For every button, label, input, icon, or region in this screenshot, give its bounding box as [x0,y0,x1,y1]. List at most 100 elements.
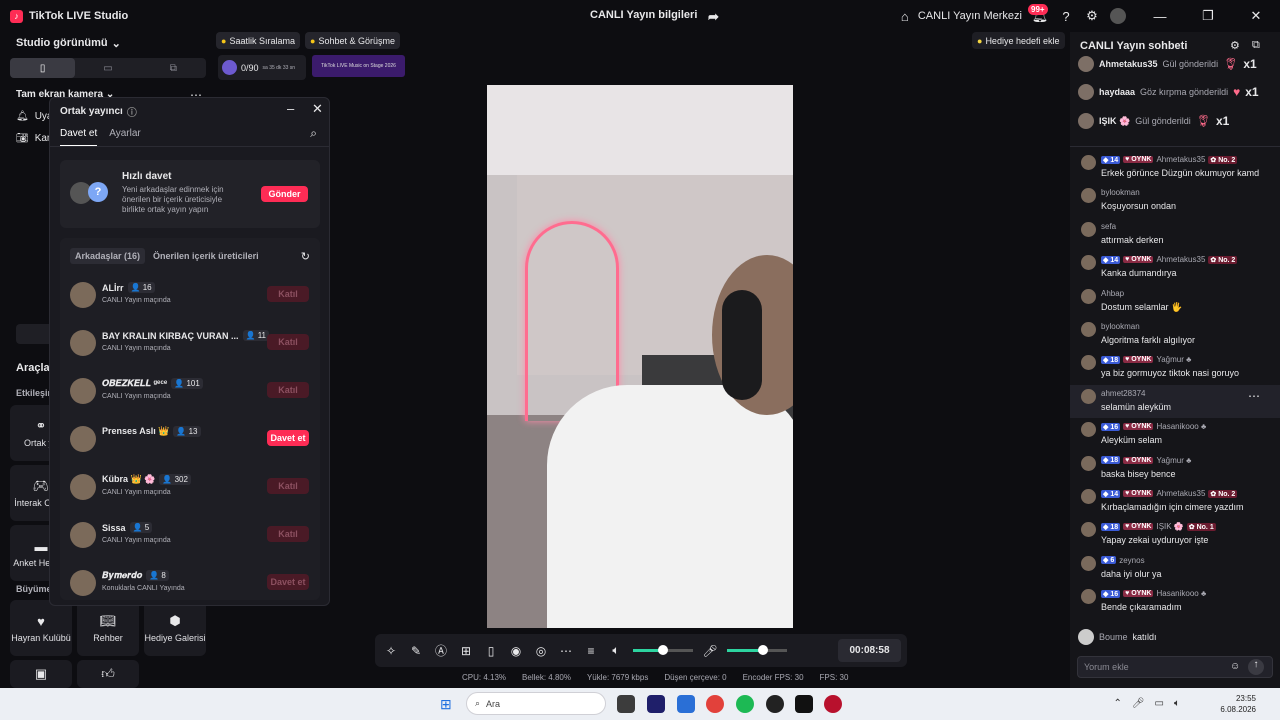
message-user[interactable]: sefa [1101,222,1116,231]
emoji-icon[interactable]: ☺ [1230,661,1240,672]
message-user[interactable]: Ahmetakus35 [1156,255,1205,264]
chat-message[interactable]: ◆ 14 ♥ OYNK Ahmetakus35 ✿ No. 2 Erkek görünc… [1070,151,1280,184]
clock[interactable]: 23:55 6.08.2026 [1220,693,1256,715]
friend-action-button[interactable]: Katıl [267,382,309,398]
minimize-button[interactable]: — [1136,9,1184,24]
chat-message[interactable]: ◆ 18 ♥ OYNK Yağmur ♣ baska bisey bence [1070,452,1280,485]
tab-friends[interactable]: Arkadaşlar (16) [70,248,146,264]
after-effects-icon[interactable] [647,695,665,713]
message-user[interactable]: Ahmetakus35 [1156,489,1205,498]
event-banner[interactable]: TikTok LIVE Music on Stage 2026 [312,55,405,77]
live-center-button[interactable]: ⌂ CANLI Yayın Merkezi [897,8,1022,24]
chat-message[interactable]: ◆ 16 ♥ OYNK Hasanikooo ♣ Aleyküm selam [1070,418,1280,451]
message-user[interactable]: Ahbap [1101,289,1124,298]
tab-suggested[interactable]: Önerilen içerik üreticileri [153,248,259,264]
volume-knob[interactable] [658,645,668,655]
mic-slider[interactable] [727,645,787,655]
message-user[interactable]: Yağmur ♣ [1156,355,1191,364]
tiktok-icon[interactable] [795,695,813,713]
edit-icon[interactable]: ✎ [408,643,424,659]
chat-message[interactable]: sefa attırmak derken [1070,218,1280,251]
chat-message[interactable]: ◆ 18 ♥ OYNK Yağmur ♣ ya biz gormuyoz tiktok… [1070,351,1280,384]
maximize-button[interactable]: ❐ [1184,8,1232,24]
tile-calendar[interactable]: ▣ [10,660,72,688]
speaker-icon[interactable]: 🔈︎ [1174,698,1180,709]
tile-thumbsup[interactable]: 👍︎ [77,660,139,688]
friend-action-button[interactable]: Katıl [267,286,309,302]
message-user[interactable]: bylookman [1101,322,1140,331]
profile-avatar[interactable] [1110,8,1126,24]
search-icon[interactable]: ⌕ [310,126,317,141]
volume-slider[interactable] [633,645,693,655]
comment-input[interactable]: Yorum ekle [1077,656,1273,678]
popout-icon[interactable]: ⧉ [1252,39,1260,52]
add-scene-icon[interactable]: ⊞ [458,643,474,659]
refresh-icon[interactable]: ↻ [301,250,310,263]
phone-icon[interactable]: ▯ [483,643,499,659]
adjust-icon[interactable]: ≡ [583,643,599,659]
subscriber-goal[interactable]: 0/90 sa 35 dk 33 sn [218,55,306,80]
display-icon[interactable]: ▭ [1155,698,1164,709]
message-user[interactable]: bylookman [1101,188,1140,197]
message-user[interactable]: zeynos [1119,556,1144,565]
send-icon[interactable]: ↑ [1248,659,1264,675]
chat-message[interactable]: ◆ 14 ♥ OYNK Ahmetakus35 ✿ No. 2 Kırbaçlamadı… [1070,485,1280,518]
record-icon[interactable]: ◉ [508,643,524,659]
spotify-icon[interactable] [736,695,754,713]
tile-fanclub[interactable]: ♥ Hayran Kulübü [10,600,72,656]
tab-invite[interactable]: Davet et [60,128,98,147]
more-icon[interactable]: ⋯ [1248,389,1260,403]
send-button[interactable]: Gönder [261,186,308,202]
chat-message[interactable]: Ahbap Dostum selamlar 🖐 [1070,285,1280,318]
live-info-button[interactable]: CANLI Yayın bilgileri ➦ [590,9,721,25]
gift-goal-button[interactable]: ● Hediye hedefi ekle [972,32,1065,49]
chat-message[interactable]: ◆ 6 zeynos daha iyi olur ya [1070,552,1280,585]
chat-message[interactable]: ahmet28374 selamün aleyküm ⋯ [1070,384,1280,418]
portrait-view-button[interactable]: ▯ [10,58,76,78]
message-user[interactable]: ahmet28374 [1101,389,1145,398]
close-popup-button[interactable]: ✕ [312,101,323,117]
mic-knob[interactable] [758,645,768,655]
mic-icon[interactable]: 🎤︎ [702,643,718,659]
split-view-button[interactable]: ⧉ [141,58,206,78]
chat-meeting-button[interactable]: ● Sohbet & Görüşme [305,32,400,49]
tile-guide[interactable]: 📖︎ Rehber [77,600,139,656]
ai-icon[interactable]: Ⓐ [433,643,449,659]
chat-message[interactable]: ◆ 14 ♥ OYNK Ahmetakus35 ✿ No. 2 Kanka dumand… [1070,251,1280,284]
friend-action-button[interactable]: Katıl [267,526,309,542]
windows-start-icon[interactable]: ⊞ [440,696,452,713]
chat-message[interactable]: bylookman Algoritma farklı algılıyor [1070,318,1280,351]
target-icon[interactable]: ◎ [533,643,549,659]
message-user[interactable]: IŞIK 🌸 [1156,522,1183,531]
chat-message[interactable]: ◆ 18 ♥ OYNK IŞIK 🌸 ✿ No. 1 Yapay zekai uydur… [1070,518,1280,551]
friend-action-button[interactable]: Katıl [267,478,309,494]
message-user[interactable]: Hasanikooo ♣ [1156,422,1206,431]
mic-icon[interactable]: 🎤︎ [1132,698,1145,709]
friend-action-button[interactable]: Davet et [267,574,309,590]
landscape-view-button[interactable]: ▭ [75,58,140,78]
friend-action-button[interactable]: Davet et [267,430,309,446]
chat-message[interactable]: bylookman Koşuyorsun ondan [1070,184,1280,217]
hourly-ranking-button[interactable]: ● Saatlik Sıralama [216,32,300,49]
minimize-popup-button[interactable]: – [287,101,294,116]
speaker-icon[interactable]: 🔈︎ [608,643,624,659]
message-user[interactable]: Yağmur ♣ [1156,456,1191,465]
friend-action-button[interactable]: Katıl [267,334,309,350]
obs-icon[interactable] [766,695,784,713]
taskbar-search[interactable]: ⌕ Ara [466,692,606,715]
message-user[interactable]: Hasanikooo ♣ [1156,589,1206,598]
live-studio-icon[interactable] [824,695,842,713]
mail-icon[interactable] [677,695,695,713]
task-view-icon[interactable] [617,695,635,713]
chat-message[interactable]: ◆ 16 ♥ OYNK Hasanikooo ♣ Bende çıkaramadım [1070,585,1280,618]
chrome-icon[interactable] [706,695,724,713]
settings-button[interactable]: ⚙ [1084,8,1100,24]
studio-view-dropdown[interactable]: Studio görünümü ⌄ [16,37,121,50]
more-icon[interactable]: ⋯ [558,643,574,659]
message-user[interactable]: Ahmetakus35 [1156,155,1205,164]
magic-icon[interactable]: ✧ [383,643,399,659]
help-button[interactable]: ? [1058,8,1074,24]
gear-icon[interactable]: ⚙ [1230,39,1240,52]
tab-settings[interactable]: Ayarlar [109,128,141,147]
close-button[interactable]: ✕ [1232,8,1280,24]
